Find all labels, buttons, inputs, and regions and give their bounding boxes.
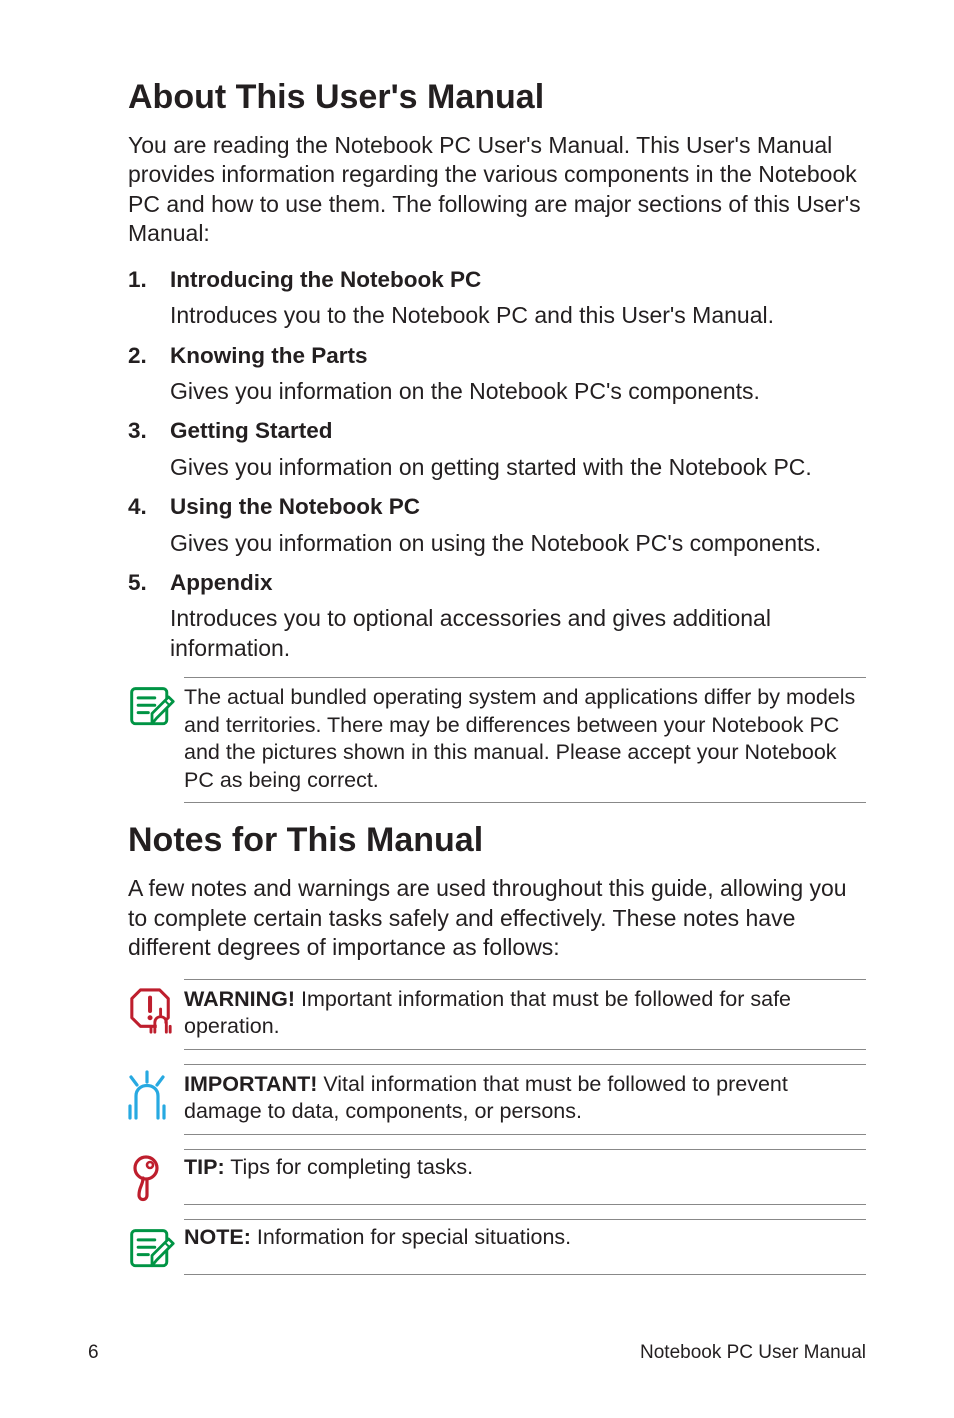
section-desc: Gives you information on using the Noteb… (128, 529, 866, 558)
note-icon (128, 1219, 184, 1275)
warning-body: WARNING! Important information that must… (184, 979, 866, 1050)
section-desc: Introduces you to the Notebook PC and th… (128, 301, 866, 330)
note-body: The actual bundled operating system and … (184, 677, 866, 803)
tip-body: TIP: Tips for completing tasks. (184, 1149, 866, 1205)
section-item: 4.Using the Notebook PC Gives you inform… (128, 492, 866, 558)
important-body: IMPORTANT! Vital information that must b… (184, 1064, 866, 1135)
section-number: 4. (128, 492, 170, 522)
warning-callout: WARNING! Important information that must… (128, 979, 866, 1050)
page-footer: 6 Notebook PC User Manual (0, 1342, 954, 1364)
sections-list: 1.Introducing the Notebook PC Introduces… (128, 265, 866, 664)
section-number: 2. (128, 341, 170, 371)
section-title: Appendix (170, 568, 273, 598)
heading-notes: Notes for This Manual (128, 821, 866, 860)
warning-icon (128, 979, 184, 1050)
section-number: 5. (128, 568, 170, 598)
heading-about: About This User's Manual (128, 78, 866, 117)
page-number: 6 (88, 1342, 99, 1364)
important-callout: IMPORTANT! Vital information that must b… (128, 1064, 866, 1135)
note-callout: The actual bundled operating system and … (128, 677, 866, 803)
section-desc: Gives you information on getting started… (128, 453, 866, 482)
section-title: Getting Started (170, 416, 333, 446)
tip-callout: TIP: Tips for completing tasks. (128, 1149, 866, 1205)
footer-title: Notebook PC User Manual (640, 1342, 866, 1364)
intro-about: You are reading the Notebook PC User's M… (128, 131, 866, 249)
note-icon (128, 677, 184, 803)
section-title: Using the Notebook PC (170, 492, 420, 522)
tip-icon (128, 1149, 184, 1205)
intro-notes: A few notes and warnings are used throug… (128, 874, 866, 962)
important-label: IMPORTANT! (184, 1072, 317, 1096)
section-desc: Gives you information on the Notebook PC… (128, 377, 866, 406)
section-item: 3.Getting Started Gives you information … (128, 416, 866, 482)
note-text: Information for special situations. (251, 1225, 571, 1249)
tip-label: TIP: (184, 1155, 225, 1179)
important-icon (128, 1064, 184, 1135)
section-title: Introducing the Notebook PC (170, 265, 481, 295)
note2-body: NOTE: Information for special situations… (184, 1219, 866, 1275)
warning-label: WARNING! (184, 987, 295, 1011)
section-item: 5.Appendix Introduces you to optional ac… (128, 568, 866, 663)
section-number: 1. (128, 265, 170, 295)
section-item: 1.Introducing the Notebook PC Introduces… (128, 265, 866, 331)
note-label: NOTE: (184, 1225, 251, 1249)
tip-text: Tips for completing tasks. (225, 1155, 474, 1179)
section-item: 2.Knowing the Parts Gives you informatio… (128, 341, 866, 407)
section-title: Knowing the Parts (170, 341, 368, 371)
note2-callout: NOTE: Information for special situations… (128, 1219, 866, 1275)
section-desc: Introduces you to optional accessories a… (128, 604, 866, 663)
section-number: 3. (128, 416, 170, 446)
